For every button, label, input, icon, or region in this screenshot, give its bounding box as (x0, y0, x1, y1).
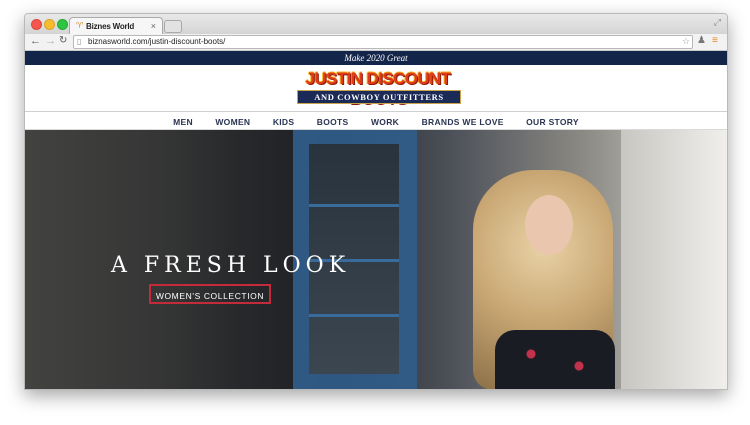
site-header: JUSTIN DISCOUNT BOOTS AND COWBOY OUTFITT… (25, 65, 727, 112)
fullscreen-icon[interactable]: ⤢ (714, 17, 721, 28)
site-logo[interactable]: JUSTIN DISCOUNT BOOTS AND COWBOY OUTFITT… (289, 69, 467, 108)
nav-item-our-story[interactable]: OUR STORY (526, 114, 579, 131)
hero-title: A FRESH LOOK (111, 252, 351, 278)
hero-model-face (525, 195, 573, 255)
back-arrow-icon[interactable]: ← (30, 35, 41, 47)
web-page: Make 2020 Great JUSTIN DISCOUNT BOOTS AN… (25, 51, 727, 389)
address-bar[interactable]: ▯ ☆ (73, 35, 693, 49)
extension-icon[interactable]: ♟ (697, 35, 706, 46)
nav-item-brands-we-love[interactable]: BRANDS WE LOVE (422, 114, 504, 131)
close-tab-icon[interactable]: × (151, 21, 156, 31)
tab-bar: ♈ Biznes World × ⤢ (25, 14, 727, 36)
zoom-window-button[interactable] (57, 19, 68, 30)
tab-title: Biznes World (86, 22, 135, 31)
bookmark-star-icon[interactable]: ☆ (682, 36, 690, 47)
nav-item-work[interactable]: WORK (371, 114, 399, 131)
minimize-window-button[interactable] (44, 19, 55, 30)
announcement-bar: Make 2020 Great (25, 51, 727, 65)
logo-subtitle: AND COWBOY OUTFITTERS (297, 90, 461, 104)
nav-item-boots[interactable]: BOOTS (317, 114, 349, 131)
main-nav: MEN WOMEN KIDS BOOTS WORK BRANDS WE LOVE… (25, 112, 727, 130)
hero-banner: A FRESH LOOK WOMEN'S COLLECTION (25, 130, 727, 389)
new-tab-button[interactable] (164, 20, 182, 33)
close-window-button[interactable] (31, 19, 42, 30)
menu-icon[interactable]: ≡ (712, 35, 718, 46)
hero-pillar (621, 130, 727, 389)
forward-arrow-icon[interactable]: → (45, 35, 56, 47)
nav-item-kids[interactable]: KIDS (273, 114, 295, 131)
favicon-icon: ♈ (76, 21, 84, 30)
url-input[interactable] (88, 36, 668, 48)
reload-icon[interactable]: ↻ (59, 35, 67, 46)
nav-item-men[interactable]: MEN (173, 114, 193, 131)
nav-item-women[interactable]: WOMEN (215, 114, 250, 131)
browser-window: ♈ Biznes World × ⤢ ← → ↻ ▯ ☆ ♟ ≡ Make 20… (24, 13, 728, 390)
hero-model-dress (495, 330, 615, 389)
womens-collection-button[interactable]: WOMEN'S COLLECTION (149, 284, 271, 304)
browser-toolbar: ← → ↻ ▯ ☆ ♟ ≡ (25, 34, 727, 51)
page-icon: ▯ (77, 37, 82, 46)
